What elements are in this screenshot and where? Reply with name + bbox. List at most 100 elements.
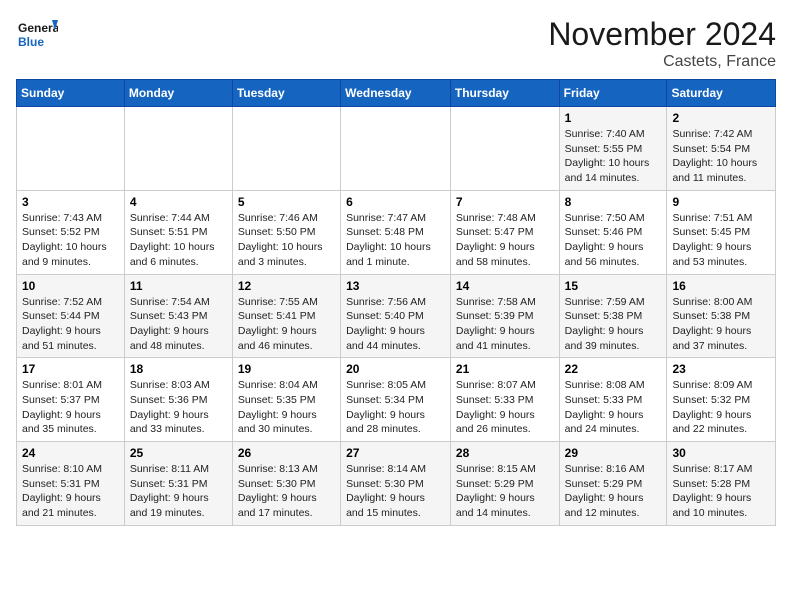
calendar-cell: 15 Sunrise: 7:59 AM Sunset: 5:38 PM Dayli…	[559, 274, 667, 358]
day-number: 12	[238, 279, 335, 293]
day-number: 29	[565, 446, 662, 460]
calendar-cell: 13Sunrise: 7:56 AM Sunset: 5:40 PM Dayli…	[341, 274, 451, 358]
day-number: 4	[130, 195, 227, 209]
week-row-1: 1Sunrise: 7:40 AM Sunset: 5:55 PM Daylig…	[17, 107, 776, 191]
day-number: 10	[22, 279, 119, 293]
location: Castets, France	[548, 53, 776, 71]
calendar-cell: 24 Sunrise: 8:10 AM Sunset: 5:31 PM Dayli…	[17, 442, 125, 526]
day-info: Sunrise: 7:43 AM Sunset: 5:52 PM Dayligh…	[22, 211, 119, 270]
calendar-cell: 30 Sunrise: 8:17 AM Sunset: 5:28 PM Dayli…	[667, 442, 776, 526]
day-info: Sunrise: 8:16 AM Sunset: 5:29 PM Dayligh…	[565, 462, 662, 521]
calendar-cell	[450, 107, 559, 191]
calendar-cell: 11Sunrise: 7:54 AM Sunset: 5:43 PM Dayli…	[124, 274, 232, 358]
logo-svg: General Blue	[16, 16, 58, 58]
day-number: 6	[346, 195, 445, 209]
week-row-2: 3 Sunrise: 7:43 AM Sunset: 5:52 PM Daylig…	[17, 190, 776, 274]
day-number: 2	[672, 111, 770, 125]
day-number: 28	[456, 446, 554, 460]
logo: General Blue	[16, 16, 58, 58]
weekday-saturday: Saturday	[667, 80, 776, 107]
day-info: Sunrise: 7:50 AM Sunset: 5:46 PM Dayligh…	[565, 211, 662, 270]
calendar-cell: 22 Sunrise: 8:08 AM Sunset: 5:33 PM Dayli…	[559, 358, 667, 442]
calendar-cell: 23 Sunrise: 8:09 AM Sunset: 5:32 PM Dayli…	[667, 358, 776, 442]
calendar-cell: 9Sunrise: 7:51 AM Sunset: 5:45 PM Daylig…	[667, 190, 776, 274]
day-info: Sunrise: 7:56 AM Sunset: 5:40 PM Dayligh…	[346, 295, 445, 354]
day-number: 20	[346, 362, 445, 376]
calendar-cell: 20Sunrise: 8:05 AM Sunset: 5:34 PM Dayli…	[341, 358, 451, 442]
svg-text:General: General	[18, 21, 58, 35]
calendar-cell: 7Sunrise: 7:48 AM Sunset: 5:47 PM Daylig…	[450, 190, 559, 274]
day-info: Sunrise: 7:42 AM Sunset: 5:54 PM Dayligh…	[672, 127, 770, 186]
day-number: 21	[456, 362, 554, 376]
day-info: Sunrise: 7:52 AM Sunset: 5:44 PM Dayligh…	[22, 295, 119, 354]
calendar-cell: 25 Sunrise: 8:11 AM Sunset: 5:31 PM Dayli…	[124, 442, 232, 526]
month-title: November 2024	[548, 16, 776, 53]
calendar-cell: 27 Sunrise: 8:14 AM Sunset: 5:30 PM Dayli…	[341, 442, 451, 526]
day-number: 9	[672, 195, 770, 209]
calendar-cell: 1Sunrise: 7:40 AM Sunset: 5:55 PM Daylig…	[559, 107, 667, 191]
day-number: 5	[238, 195, 335, 209]
day-number: 14	[456, 279, 554, 293]
svg-text:Blue: Blue	[18, 35, 44, 49]
day-info: Sunrise: 8:08 AM Sunset: 5:33 PM Dayligh…	[565, 378, 662, 437]
calendar-cell: 5 Sunrise: 7:46 AM Sunset: 5:50 PM Daylig…	[232, 190, 340, 274]
calendar-cell: 16 Sunrise: 8:00 AM Sunset: 5:38 PM Dayli…	[667, 274, 776, 358]
week-row-4: 17Sunrise: 8:01 AM Sunset: 5:37 PM Dayli…	[17, 358, 776, 442]
day-number: 23	[672, 362, 770, 376]
day-info: Sunrise: 8:01 AM Sunset: 5:37 PM Dayligh…	[22, 378, 119, 437]
day-number: 25	[130, 446, 227, 460]
day-info: Sunrise: 8:03 AM Sunset: 5:36 PM Dayligh…	[130, 378, 227, 437]
day-info: Sunrise: 8:15 AM Sunset: 5:29 PM Dayligh…	[456, 462, 554, 521]
page-header: General Blue November 2024 Castets, Fran…	[16, 16, 776, 71]
day-info: Sunrise: 8:09 AM Sunset: 5:32 PM Dayligh…	[672, 378, 770, 437]
week-row-5: 24 Sunrise: 8:10 AM Sunset: 5:31 PM Dayli…	[17, 442, 776, 526]
day-number: 26	[238, 446, 335, 460]
day-info: Sunrise: 8:11 AM Sunset: 5:31 PM Dayligh…	[130, 462, 227, 521]
day-info: Sunrise: 7:54 AM Sunset: 5:43 PM Dayligh…	[130, 295, 227, 354]
calendar-cell: 3 Sunrise: 7:43 AM Sunset: 5:52 PM Daylig…	[17, 190, 125, 274]
week-row-3: 10 Sunrise: 7:52 AM Sunset: 5:44 PM Dayli…	[17, 274, 776, 358]
day-number: 18	[130, 362, 227, 376]
day-info: Sunrise: 8:14 AM Sunset: 5:30 PM Dayligh…	[346, 462, 445, 521]
weekday-sunday: Sunday	[17, 80, 125, 107]
weekday-wednesday: Wednesday	[341, 80, 451, 107]
calendar-table: SundayMondayTuesdayWednesdayThursdayFrid…	[16, 79, 776, 526]
day-info: Sunrise: 7:55 AM Sunset: 5:41 PM Dayligh…	[238, 295, 335, 354]
weekday-header-row: SundayMondayTuesdayWednesdayThursdayFrid…	[17, 80, 776, 107]
day-info: Sunrise: 7:59 AM Sunset: 5:38 PM Dayligh…	[565, 295, 662, 354]
day-number: 27	[346, 446, 445, 460]
weekday-friday: Friday	[559, 80, 667, 107]
calendar-cell: 12 Sunrise: 7:55 AM Sunset: 5:41 PM Dayli…	[232, 274, 340, 358]
calendar-cell: 17Sunrise: 8:01 AM Sunset: 5:37 PM Dayli…	[17, 358, 125, 442]
day-info: Sunrise: 8:10 AM Sunset: 5:31 PM Dayligh…	[22, 462, 119, 521]
day-info: Sunrise: 8:17 AM Sunset: 5:28 PM Dayligh…	[672, 462, 770, 521]
day-number: 30	[672, 446, 770, 460]
day-number: 3	[22, 195, 119, 209]
day-info: Sunrise: 8:07 AM Sunset: 5:33 PM Dayligh…	[456, 378, 554, 437]
calendar-cell	[17, 107, 125, 191]
calendar-cell: 29 Sunrise: 8:16 AM Sunset: 5:29 PM Dayli…	[559, 442, 667, 526]
day-info: Sunrise: 8:00 AM Sunset: 5:38 PM Dayligh…	[672, 295, 770, 354]
day-number: 15	[565, 279, 662, 293]
day-number: 24	[22, 446, 119, 460]
calendar-cell: 8 Sunrise: 7:50 AM Sunset: 5:46 PM Daylig…	[559, 190, 667, 274]
day-info: Sunrise: 7:48 AM Sunset: 5:47 PM Dayligh…	[456, 211, 554, 270]
weekday-tuesday: Tuesday	[232, 80, 340, 107]
day-info: Sunrise: 8:13 AM Sunset: 5:30 PM Dayligh…	[238, 462, 335, 521]
day-info: Sunrise: 7:46 AM Sunset: 5:50 PM Dayligh…	[238, 211, 335, 270]
calendar-cell: 4Sunrise: 7:44 AM Sunset: 5:51 PM Daylig…	[124, 190, 232, 274]
day-info: Sunrise: 8:04 AM Sunset: 5:35 PM Dayligh…	[238, 378, 335, 437]
calendar-cell: 21 Sunrise: 8:07 AM Sunset: 5:33 PM Dayli…	[450, 358, 559, 442]
day-number: 22	[565, 362, 662, 376]
calendar-cell: 18 Sunrise: 8:03 AM Sunset: 5:36 PM Dayli…	[124, 358, 232, 442]
day-number: 8	[565, 195, 662, 209]
title-block: November 2024 Castets, France	[548, 16, 776, 71]
weekday-thursday: Thursday	[450, 80, 559, 107]
calendar-cell: 28 Sunrise: 8:15 AM Sunset: 5:29 PM Dayli…	[450, 442, 559, 526]
day-number: 16	[672, 279, 770, 293]
day-number: 19	[238, 362, 335, 376]
calendar-cell: 6Sunrise: 7:47 AM Sunset: 5:48 PM Daylig…	[341, 190, 451, 274]
calendar-cell: 2 Sunrise: 7:42 AM Sunset: 5:54 PM Daylig…	[667, 107, 776, 191]
calendar-cell: 19 Sunrise: 8:04 AM Sunset: 5:35 PM Dayli…	[232, 358, 340, 442]
calendar-cell: 14Sunrise: 7:58 AM Sunset: 5:39 PM Dayli…	[450, 274, 559, 358]
